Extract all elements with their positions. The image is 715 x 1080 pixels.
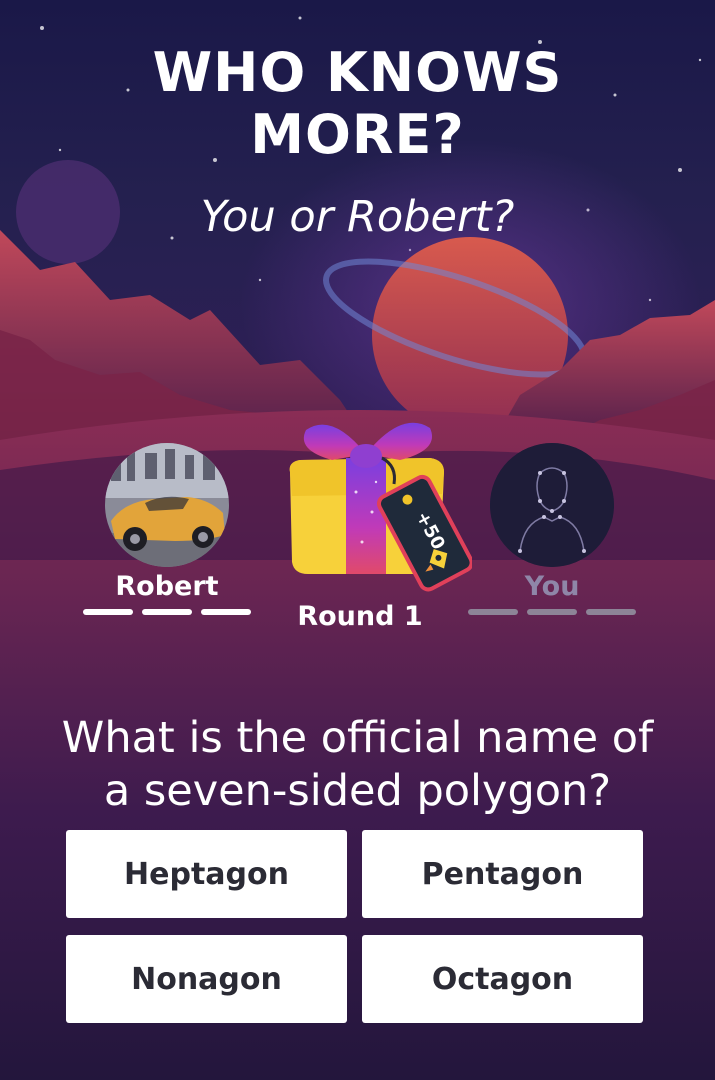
page-subtitle: You or Robert? bbox=[200, 192, 515, 242]
opponent-progress bbox=[83, 609, 251, 615]
question-text: What is the official name of a seven-sid… bbox=[20, 712, 695, 818]
self-progress-dash bbox=[586, 609, 636, 615]
self-progress-dash bbox=[527, 609, 577, 615]
answer-button-pentagon[interactable]: Pentagon bbox=[362, 830, 643, 918]
answer-button-nonagon[interactable]: Nonagon bbox=[66, 935, 347, 1023]
opponent-name: Robert bbox=[115, 571, 219, 602]
self-avatar bbox=[490, 443, 614, 567]
question-line-2: a seven-sided polygon? bbox=[103, 766, 612, 816]
car-photo-avatar bbox=[105, 443, 229, 567]
person-silhouette-icon bbox=[490, 443, 614, 567]
self-progress-dash bbox=[468, 609, 518, 615]
answer-button-octagon[interactable]: Octagon bbox=[362, 935, 643, 1023]
gift-box-icon: +50 bbox=[289, 422, 472, 592]
self-name: You bbox=[524, 571, 580, 602]
round-label: Round 1 bbox=[297, 601, 423, 632]
title-line-2: MORE? bbox=[250, 103, 465, 166]
opponent-progress-dash bbox=[83, 609, 133, 615]
title-line-1: WHO KNOWS bbox=[152, 41, 563, 104]
page-title: WHO KNOWS MORE? bbox=[0, 42, 715, 166]
opponent-progress-dash bbox=[142, 609, 192, 615]
opponent-avatar bbox=[105, 443, 229, 567]
self-progress bbox=[468, 609, 636, 615]
opponent-progress-dash bbox=[201, 609, 251, 615]
question-line-1: What is the official name of bbox=[61, 713, 654, 763]
answer-button-heptagon[interactable]: Heptagon bbox=[66, 830, 347, 918]
